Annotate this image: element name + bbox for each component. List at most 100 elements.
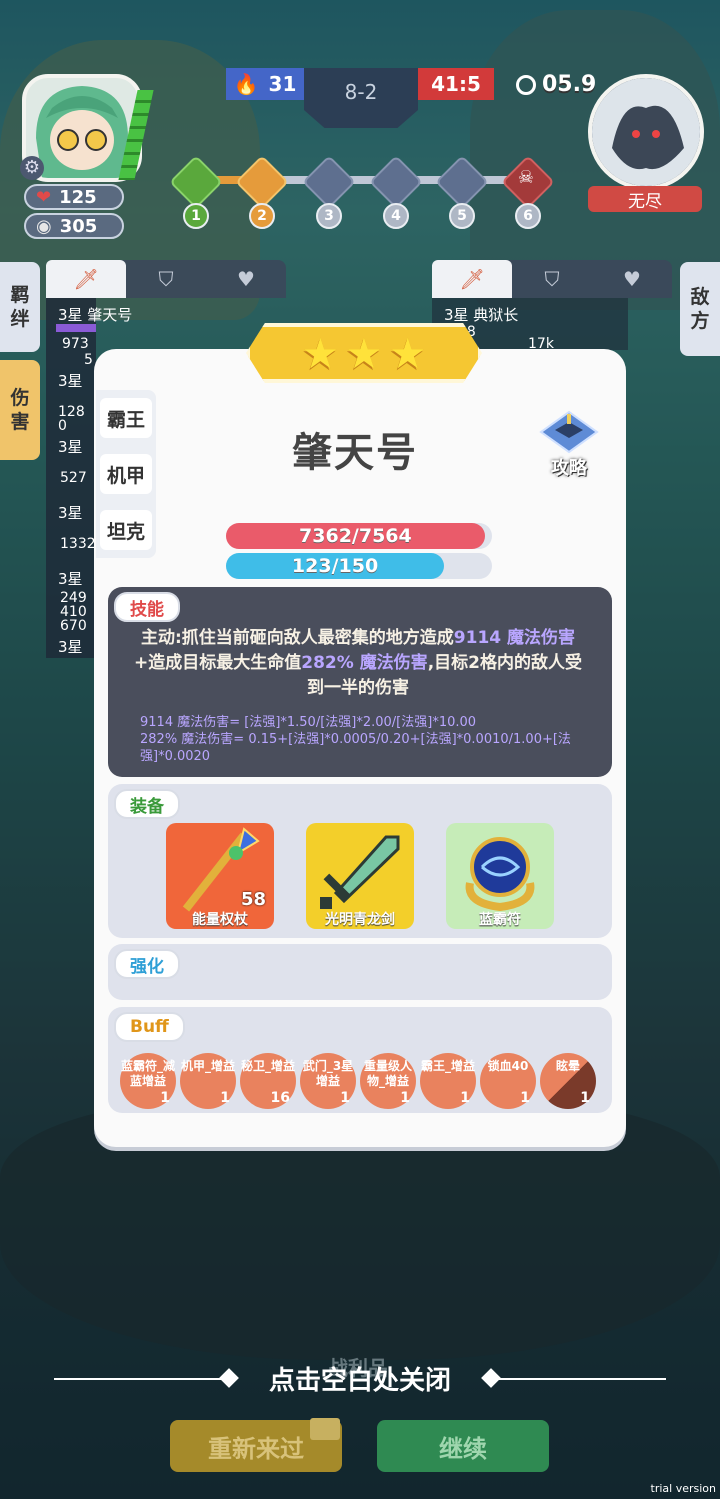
continue-button[interactable]: 继续 xyxy=(377,1420,549,1472)
left-damage-list: 3星 肇天号 973 5 3星 128 0 3星 527 3星 1332 3星 … xyxy=(46,298,132,658)
buff-name: 机甲_增益 xyxy=(180,1059,235,1073)
buff-item[interactable]: 霸王_增益 1 xyxy=(420,1053,476,1109)
formula-line-1: 9114 魔法伤害= [法强]*1.50/[法强]*2.00/[法强]*10.0… xyxy=(140,715,477,730)
stage-number: 6 xyxy=(515,203,541,229)
list-item: 3星 xyxy=(58,372,83,390)
skill-formula: 9114 魔法伤害= [法强]*1.50/[法强]*2.00/[法强]*10.0… xyxy=(140,714,610,765)
buff-count: 1 xyxy=(520,1090,530,1106)
player-gold: 305 xyxy=(59,215,98,237)
equipment-slot[interactable]: 蓝霸符 xyxy=(446,823,554,929)
list-item: 3星 xyxy=(58,638,83,656)
buff-item[interactable]: 秘卫_增益 16 xyxy=(240,1053,296,1109)
equipment-slot[interactable]: 58 能量权杖 xyxy=(166,823,274,929)
list-value: 5 xyxy=(84,352,93,368)
star-icon: ★ xyxy=(345,328,383,378)
sword-icon[interactable]: 🗡 xyxy=(46,260,126,298)
buff-item[interactable]: 眩晕 1 xyxy=(540,1053,596,1109)
tab-enemy-label: 敌方 xyxy=(690,286,710,332)
formula-line-2: 282% 魔法伤害= 0.15+[法强]*0.0005/0.20+[法强]*0.… xyxy=(140,732,571,764)
shield-icon[interactable]: ⛉ xyxy=(512,260,592,298)
retry-button[interactable]: 重新来过 xyxy=(170,1418,342,1472)
watermark: trial version xyxy=(650,1482,716,1495)
buff-name: 霸王_增益 xyxy=(420,1059,475,1073)
buff-name: 眩晕 xyxy=(555,1059,580,1073)
list-item: 3星 xyxy=(58,438,83,456)
buff-count: 1 xyxy=(220,1090,230,1106)
guide-label: 攻略 xyxy=(551,458,587,479)
tab-damage-label: 伤害 xyxy=(10,387,30,433)
stage-number: 4 xyxy=(383,203,409,229)
settings-gear-icon[interactable]: ⚙ xyxy=(20,156,44,180)
skill-description: 主动:抓住当前砸向敌人最密集的地方造成9114 魔法伤害 +造成目标最大生命值28… xyxy=(128,626,588,701)
equipment-name: 光明青龙剑 xyxy=(325,912,395,928)
equipment-name: 能量权杖 xyxy=(192,912,248,928)
round-indicator: 8-2 xyxy=(304,68,418,128)
close-hint[interactable]: 点击空白处关闭 xyxy=(0,1360,720,1397)
list-item: 3星 xyxy=(58,504,83,522)
equipment-name: 蓝霸符 xyxy=(479,912,521,928)
list-item: 3星 典狱长 xyxy=(444,306,519,324)
heart-icon[interactable]: ♥ xyxy=(206,260,286,298)
player-hp: 125 xyxy=(59,186,97,208)
buff-name: 重量级人物_增益 xyxy=(363,1059,412,1088)
flame-icon: 🔥 xyxy=(233,72,259,96)
buff-label: Buff xyxy=(114,1012,185,1042)
buff-count: 1 xyxy=(400,1090,410,1106)
right-stats-tabs: 🗡 ⛉ ♥ xyxy=(432,260,672,298)
tab-damage[interactable]: 伤害 xyxy=(0,360,40,460)
retry-label: 重新来过 xyxy=(208,1434,304,1463)
tab-synergy-label: 羁绊 xyxy=(10,284,30,330)
star-icon: ★ xyxy=(301,328,340,378)
guide-button[interactable]: 攻略 xyxy=(536,410,602,482)
enemy-name-badge: 无尽 xyxy=(588,186,702,212)
mana-text: 123/150 xyxy=(291,555,379,577)
buff-item[interactable]: 机甲_增益 1 xyxy=(180,1053,236,1109)
sword-icon[interactable]: 🗡 xyxy=(432,260,512,298)
equipment-count: 58 xyxy=(240,889,266,910)
skill-text-part: +造成目标最大生命值 xyxy=(134,653,302,673)
hp-text: 7362/7564 xyxy=(299,525,412,547)
enemy-avatar[interactable] xyxy=(588,74,704,190)
equipment-label: 装备 xyxy=(114,789,180,819)
buff-item[interactable]: 武门_3星增益 1 xyxy=(300,1053,356,1109)
round-timer: 05.9 xyxy=(516,72,596,97)
buff-name: 蓝霸符_减蓝增益 xyxy=(120,1059,175,1088)
skill-text-part: 9114 魔法伤害 xyxy=(453,628,576,648)
timer-value: 05.9 xyxy=(542,72,597,97)
stage-number: 2 xyxy=(249,203,275,229)
trait-tag[interactable]: 坦克 xyxy=(100,510,152,550)
hero-name: 肇天号 xyxy=(292,430,418,476)
buff-item[interactable]: 锁血40 1 xyxy=(480,1053,536,1109)
skull-icon: ☠ xyxy=(517,167,535,188)
buff-name: 锁血40 xyxy=(487,1059,529,1073)
red-score: 41:5 xyxy=(418,68,494,100)
list-item: 3星 肇天号 xyxy=(58,306,133,324)
buff-count: 1 xyxy=(580,1090,590,1106)
blue-score-value: 31 xyxy=(268,72,297,96)
tab-enemy[interactable]: 敌方 xyxy=(680,262,720,356)
enhance-section xyxy=(108,944,612,1000)
buff-item[interactable]: 重量级人物_增益 1 xyxy=(360,1053,416,1109)
trait-tag[interactable]: 机甲 xyxy=(100,454,152,494)
damage-bar xyxy=(56,324,96,332)
video-icon xyxy=(310,1418,340,1440)
graduation-cap-icon xyxy=(539,410,599,454)
heart-icon: ❤ xyxy=(36,186,52,208)
list-value: 670 xyxy=(60,618,87,634)
buff-name: 秘卫_增益 xyxy=(240,1059,295,1073)
list-value: 973 xyxy=(62,336,89,352)
enhance-label: 强化 xyxy=(114,949,180,979)
buff-count: 1 xyxy=(340,1090,350,1106)
blue-score: 🔥 31 xyxy=(226,68,304,100)
shield-icon[interactable]: ⛉ xyxy=(126,260,206,298)
player-hp-pill: ❤ 125 xyxy=(24,184,124,210)
equipment-slot[interactable]: 光明青龙剑 xyxy=(306,823,414,929)
trait-tag[interactable]: 霸王 xyxy=(100,398,152,438)
buff-item[interactable]: 蓝霸符_减蓝增益 1 xyxy=(120,1053,176,1109)
heart-icon[interactable]: ♥ xyxy=(592,260,672,298)
tab-synergy[interactable]: 羁绊 xyxy=(0,262,40,352)
coin-icon: ◉ xyxy=(36,215,52,237)
clock-icon xyxy=(516,74,536,95)
buff-count: 16 xyxy=(270,1090,290,1106)
list-value: 527 xyxy=(60,470,87,486)
